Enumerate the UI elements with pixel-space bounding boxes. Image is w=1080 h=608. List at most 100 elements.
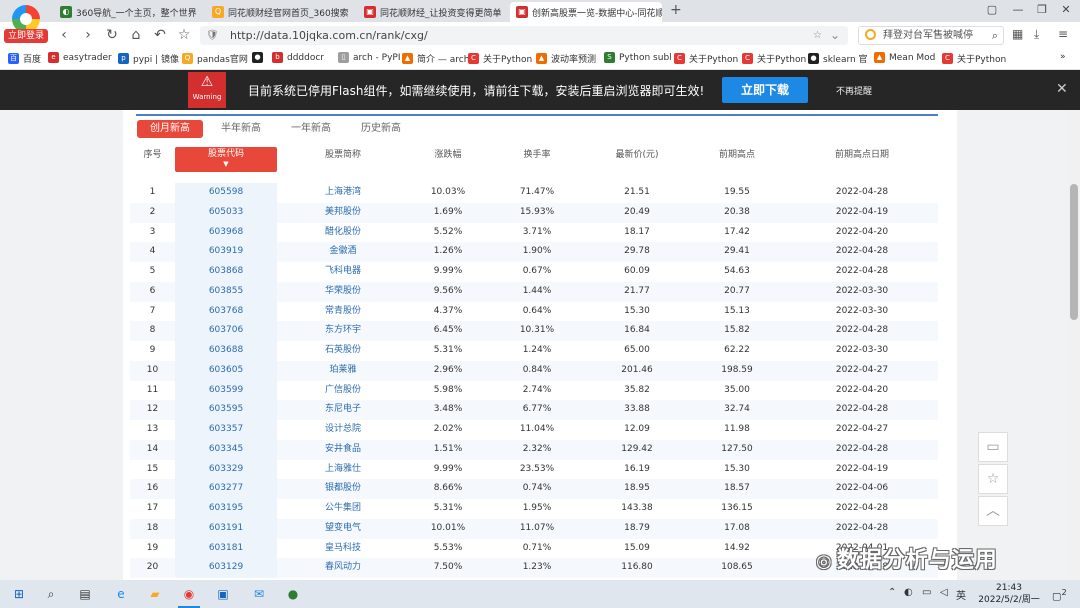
menu-icon[interactable]: ≡ [1058, 27, 1068, 41]
stock-name-link[interactable]: 皇马科技 [277, 539, 409, 559]
stock-code-link[interactable]: 603129 [175, 558, 277, 578]
scrollbar-thumb[interactable] [1070, 184, 1078, 320]
close-icon[interactable]: ✕ [502, 7, 506, 18]
bookmark-item[interactable]: C 关于Python [468, 52, 532, 65]
close-icon[interactable]: ✕ [197, 7, 200, 18]
header-prev-high-date[interactable]: 前期高点日期 [787, 147, 937, 160]
undo-icon[interactable]: ↶ [152, 27, 168, 43]
close-window-icon[interactable]: ✕ [1056, 3, 1076, 16]
table-row[interactable]: 13 603357 设计总院 2.02% 11.04% 12.09 11.98 2022-04… [130, 420, 938, 440]
stock-name-link[interactable]: 美邦股份 [277, 203, 409, 223]
bookmark-item[interactable]: ▲ 波动率预测 [536, 52, 596, 65]
stock-name-link[interactable]: 银都股份 [277, 479, 409, 499]
stock-code-link[interactable]: 603595 [175, 400, 277, 420]
tray-expand-icon[interactable]: ⌃ [888, 587, 896, 598]
dropdown-icon[interactable]: ⌄ [830, 26, 840, 45]
bookmark-item[interactable]: Qpandas官网 [182, 52, 248, 65]
apps-icon[interactable]: ▦ [1012, 27, 1023, 41]
url-input[interactable]: 🛡 http://data.10jqka.com.cn/rank/cxg/ ☆ … [200, 26, 848, 45]
stock-code-link[interactable]: 603968 [175, 222, 277, 243]
stock-code-link[interactable]: 603605 [175, 360, 277, 381]
table-row[interactable]: 3 603968 醋化股份 5.52% 3.71% 18.17 17.42 2022-04-2… [130, 222, 938, 243]
search-icon[interactable]: ⌕ [42, 585, 60, 603]
header-turnover[interactable]: 换手率 [487, 147, 587, 160]
skin-icon[interactable]: ▢ [982, 3, 1002, 16]
header-price[interactable]: 最新价(元) [587, 147, 687, 160]
stock-name-link[interactable]: 春风动力 [277, 558, 409, 578]
stock-name-link[interactable]: 安井食品 [277, 440, 409, 460]
stock-name-link[interactable]: 石英股份 [277, 341, 409, 361]
table-row[interactable]: 14 603345 安井食品 1.51% 2.32% 129.42 127.50 2022-0… [130, 439, 938, 460]
header-code-sort[interactable]: 股票代码 ▼ [175, 147, 277, 172]
search-input[interactable]: 拜登对台军售被喊停 ⌕ [858, 26, 1004, 45]
scrollbar[interactable] [1068, 110, 1080, 580]
table-row[interactable]: 1 605598 上海港湾 10.03% 71.47% 21.51 19.55 2022-04… [130, 183, 938, 203]
360-browser-icon[interactable]: ◉ [178, 585, 200, 608]
table-row[interactable]: 18 603191 望变电气 10.01% 11.07% 18.79 17.08 2022-0… [130, 518, 938, 539]
bookmark-item[interactable]: C 关于Python [674, 52, 738, 65]
more-bookmarks-button[interactable]: » [1060, 52, 1066, 62]
tray-app-icon[interactable]: ◐ [904, 587, 913, 598]
stock-name-link[interactable]: 上海港湾 [277, 183, 409, 203]
search-icon[interactable]: ⌕ [992, 27, 998, 44]
tab-half-year-new-high[interactable]: 半年新高 [214, 120, 268, 138]
notification-icon[interactable]: ▢2 [1052, 587, 1067, 602]
clock[interactable]: 21:43 2022/5/2/周一 [974, 582, 1044, 606]
bookmark-item[interactable]: ● sklearn 官 [808, 52, 868, 65]
tab-new-high-stocks[interactable]: ▣ 创新高股票一览-数据中心-同花顺 ✕ [510, 2, 662, 22]
table-row[interactable]: 11 603599 广信股份 5.98% 2.74% 35.82 35.00 2022-04-… [130, 380, 938, 401]
tab-monthly-new-high[interactable]: 创月新高 [137, 120, 203, 138]
stock-name-link[interactable]: 华荣股份 [277, 282, 409, 302]
windows-start-icon[interactable]: ⊞ [10, 585, 28, 603]
login-button[interactable]: 立即登录 [4, 29, 48, 43]
close-icon[interactable]: ✕ [1056, 81, 1068, 97]
stock-code-link[interactable]: 603768 [175, 301, 277, 322]
bookmark-item[interactable]: ▲ 简介 — arch [402, 52, 469, 65]
stock-code-link[interactable]: 605598 [175, 183, 277, 203]
tab-one-year-new-high[interactable]: 一年新高 [284, 120, 338, 138]
download-icon[interactable]: ⤓ [1034, 27, 1039, 42]
table-row[interactable]: 5 603868 飞科电器 9.99% 0.67% 60.09 54.63 2022-04-2… [130, 262, 938, 282]
stock-code-link[interactable]: 603277 [175, 479, 277, 499]
feedback-icon[interactable]: ▭ [978, 432, 1008, 462]
browser-logo[interactable]: 立即登录 [4, 3, 48, 43]
favorite-icon[interactable]: ☆ [176, 27, 192, 43]
stock-name-link[interactable]: 上海雅仕 [277, 460, 409, 480]
stock-name-link[interactable]: 东尼电子 [277, 400, 409, 420]
header-name[interactable]: 股票简称 [277, 147, 409, 160]
stock-code-link[interactable]: 603191 [175, 518, 277, 539]
table-row[interactable]: 15 603329 上海雅仕 9.99% 23.53% 16.19 15.30 2022-04… [130, 459, 938, 480]
bookmark-item[interactable]: e easytrader [48, 52, 112, 63]
table-row[interactable]: 9 603688 石英股份 5.31% 1.24% 65.00 62.22 2022-03-3… [130, 341, 938, 361]
task-view-icon[interactable]: ▤ [76, 585, 94, 603]
wechat-app-icon[interactable]: ● [284, 585, 302, 603]
stock-name-link[interactable]: 公牛集团 [277, 499, 409, 519]
reload-icon[interactable]: ↻ [104, 27, 120, 43]
tab-360-search[interactable]: Q 同花顺财经官网首页_360搜索 ✕ [206, 2, 354, 22]
stock-name-link[interactable]: 金徽酒 [277, 242, 409, 262]
stock-code-link[interactable]: 603195 [175, 499, 277, 519]
table-row[interactable]: 12 603595 东尼电子 3.48% 6.77% 33.88 32.74 2022-04-… [130, 400, 938, 420]
bookmark-item[interactable]: b ddddocr [272, 52, 324, 63]
ime-indicator[interactable]: 英 [956, 587, 966, 602]
network-icon[interactable]: ▭ [922, 587, 931, 598]
header-prev-high[interactable]: 前期高点 [687, 147, 787, 160]
favorite-star-icon[interactable]: ☆ [978, 464, 1008, 494]
bookmark-item[interactable]: S Python subl [604, 52, 672, 63]
download-now-button[interactable]: 立即下载 [722, 77, 808, 103]
stock-name-link[interactable]: 常青股份 [277, 302, 409, 322]
bookmark-item[interactable]: C 关于Python [742, 52, 806, 65]
close-icon[interactable]: ✕ [349, 7, 354, 18]
back-to-top-icon[interactable]: ︿ [978, 496, 1008, 526]
stock-name-link[interactable]: 东方环宇 [277, 321, 409, 341]
minimize-icon[interactable]: — [1008, 3, 1028, 16]
stock-code-link[interactable]: 603868 [175, 262, 277, 282]
table-row[interactable]: 6 603855 华荣股份 9.56% 1.44% 21.77 20.77 2022-03-3… [130, 281, 938, 302]
table-row[interactable]: 10 603605 珀莱雅 2.96% 0.84% 201.46 198.59 2022-04… [130, 360, 938, 381]
file-explorer-icon[interactable]: ▰ [146, 585, 164, 603]
stock-code-link[interactable]: 603706 [175, 321, 277, 341]
table-row[interactable]: 2 605033 美邦股份 1.69% 15.93% 20.49 20.38 2022-04-… [130, 202, 938, 223]
table-row[interactable]: 17 603195 公牛集团 5.31% 1.95% 143.38 136.15 2022-0… [130, 499, 938, 519]
edge-icon[interactable]: e [112, 585, 130, 603]
stock-name-link[interactable]: 醋化股份 [277, 223, 409, 243]
